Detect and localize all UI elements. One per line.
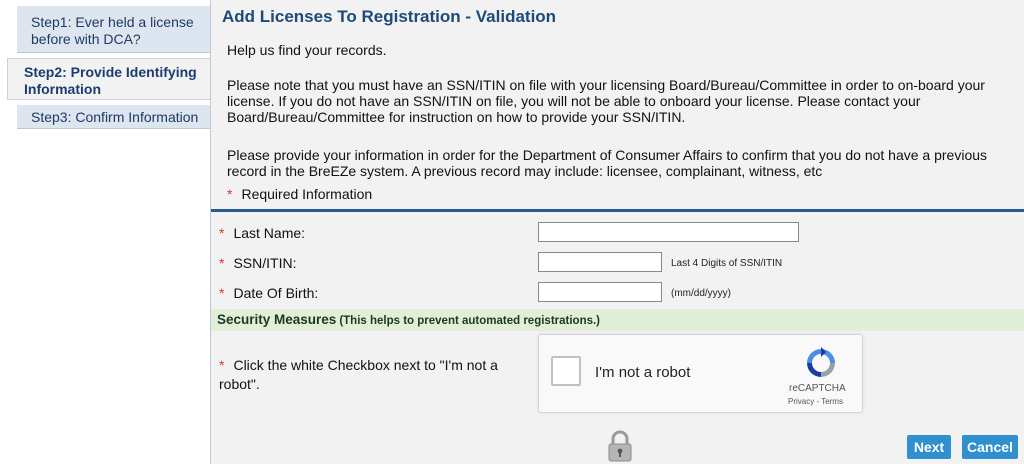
recaptcha-privacy-terms[interactable]: Privacy - Terms bbox=[788, 397, 843, 406]
sidebar-step-1[interactable]: Step1: Ever held a license before with D… bbox=[17, 6, 210, 53]
provide-info-text: Please provide your information in order… bbox=[227, 147, 988, 179]
sidebar-step-2-label: Step2: Provide Identifying Information bbox=[24, 64, 197, 97]
required-marker: * bbox=[227, 186, 233, 202]
sidebar-step-3-label: Step3: Confirm Information bbox=[31, 109, 199, 125]
page-title: Add Licenses To Registration - Validatio… bbox=[222, 7, 557, 26]
recaptcha-brand: reCAPTCHA bbox=[789, 383, 846, 394]
next-button[interactable]: Next bbox=[907, 435, 951, 459]
recaptcha-icon bbox=[807, 347, 835, 377]
cancel-button[interactable]: Cancel bbox=[962, 435, 1018, 459]
ssn-label-text: SSN/ITIN: bbox=[233, 255, 297, 271]
last-name-input[interactable] bbox=[538, 222, 799, 242]
required-marker: * bbox=[219, 225, 225, 241]
ssn-note-text: Please note that you must have an SSN/IT… bbox=[227, 77, 985, 125]
captcha-instruction-text: Click the white Checkbox next to "I'm no… bbox=[219, 357, 498, 392]
ssn-hint: Last 4 Digits of SSN/ITIN bbox=[671, 258, 783, 269]
sidebar: Step1: Ever held a license before with D… bbox=[0, 0, 210, 464]
recaptcha-widget: I'm not a robot reCAPTCHA Privacy - Term… bbox=[538, 334, 863, 413]
recaptcha-checkbox[interactable] bbox=[551, 356, 581, 386]
last-name-label-text: Last Name: bbox=[233, 225, 306, 241]
main-panel: Add Licenses To Registration - Validatio… bbox=[210, 0, 1024, 464]
captcha-instruction: * Click the white Checkbox next to "I'm n… bbox=[219, 356, 509, 394]
security-title-text: Security Measures bbox=[217, 312, 337, 327]
required-info-label: Required Information bbox=[241, 186, 373, 202]
required-marker: * bbox=[219, 357, 225, 373]
dob-label-text: Date Of Birth: bbox=[233, 285, 319, 301]
security-measures-title: Security Measures (This helps to prevent … bbox=[217, 312, 600, 327]
security-subtitle: (This helps to prevent automated registr… bbox=[339, 315, 601, 327]
recaptcha-label: I'm not a robot bbox=[595, 364, 691, 381]
dob-hint: (mm/dd/yyyy) bbox=[671, 288, 731, 299]
last-name-label: * Last Name: bbox=[219, 225, 305, 241]
required-marker: * bbox=[219, 255, 225, 271]
help-text: Help us find your records. bbox=[227, 42, 387, 58]
ssn-input[interactable] bbox=[538, 252, 662, 272]
dob-label: * Date Of Birth: bbox=[219, 285, 318, 301]
section-divider bbox=[211, 209, 1024, 212]
ssn-label: * SSN/ITIN: bbox=[219, 255, 296, 271]
sidebar-step-1-label: Step1: Ever held a license before with D… bbox=[31, 14, 194, 47]
dob-input[interactable] bbox=[538, 282, 662, 302]
lock-icon bbox=[608, 430, 632, 462]
security-measures-bar: Security Measures (This helps to prevent … bbox=[211, 309, 1024, 331]
required-marker: * bbox=[219, 285, 225, 301]
required-info-legend: * Required Information bbox=[227, 186, 372, 202]
sidebar-step-3[interactable]: Step3: Confirm Information bbox=[17, 105, 210, 129]
sidebar-step-2[interactable]: Step2: Provide Identifying Information bbox=[7, 58, 210, 100]
